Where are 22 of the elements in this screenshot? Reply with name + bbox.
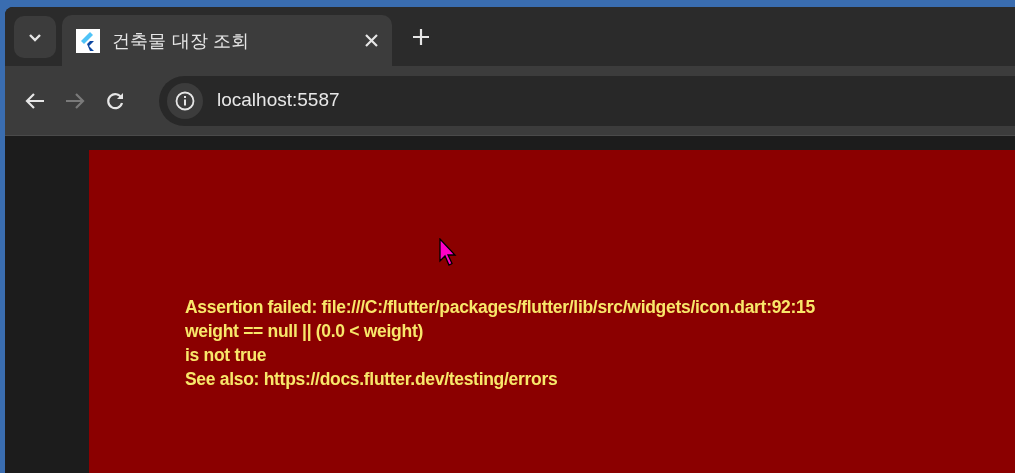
error-message-line: is not true: [185, 344, 268, 367]
address-bar[interactable]: localhost:5587: [159, 75, 1015, 126]
mouse-pointer-icon: [439, 238, 459, 266]
reload-button[interactable]: [105, 90, 125, 111]
error-message-line: Assertion failed: file:///C:/flutter/packages/flutter/lib/src/widgets/icon.dart:92:15: [185, 296, 816, 319]
forward-arrow-icon: [65, 91, 85, 110]
reload-icon: [105, 90, 125, 111]
error-message-line: See also: https://docs.flutter.dev/testing/errors: [185, 368, 559, 391]
browser-tab[interactable]: 건축물 대장 조회: [62, 15, 392, 66]
chevron-down-icon: [28, 32, 42, 42]
back-button[interactable]: [25, 91, 45, 110]
plus-icon: [412, 28, 430, 46]
info-icon: [175, 90, 195, 111]
close-tab-button[interactable]: [365, 34, 378, 47]
error-message-line: weight == null || (0.0 < weight): [185, 320, 424, 343]
back-arrow-icon: [25, 91, 45, 110]
url-text: localhost:5587: [217, 88, 340, 113]
close-icon: [365, 34, 378, 47]
new-tab-button[interactable]: [412, 28, 430, 46]
tab-title: 건축물 대장 조회: [112, 29, 251, 53]
site-info-button[interactable]: [167, 82, 203, 119]
app-logo-icon: [76, 28, 100, 53]
